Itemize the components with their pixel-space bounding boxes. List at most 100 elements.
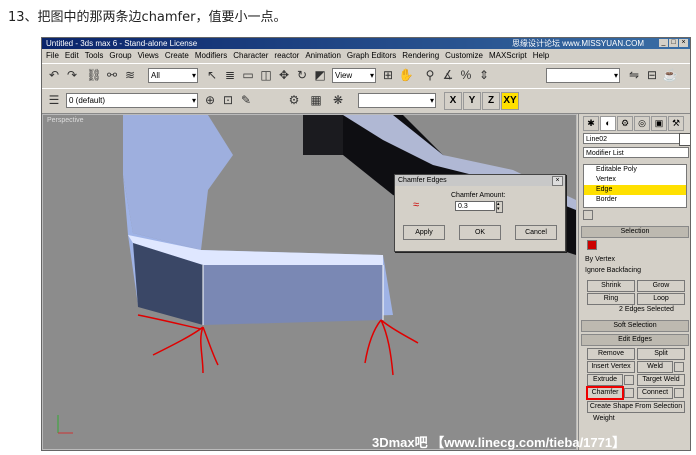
bind-spacewarp-icon[interactable]: ≋ [122, 67, 138, 83]
create-shape-button[interactable]: Create Shape From Selection [587, 401, 685, 413]
connect-button[interactable]: Connect [637, 387, 673, 399]
soft-selection-rollup[interactable]: Soft Selection [581, 320, 689, 332]
modifier-stack[interactable]: Editable Poly Vertex Edge Border [583, 164, 687, 208]
select-object-icon[interactable]: ↖ [204, 67, 220, 83]
coord-system-dropdown[interactable]: View [332, 68, 376, 83]
menu-item[interactable]: Help [533, 49, 549, 62]
selection-rollup-header[interactable]: Selection [581, 226, 689, 238]
array-icon[interactable]: ▦ [308, 92, 324, 108]
menu-item[interactable]: Group [109, 49, 131, 62]
axis-y-button[interactable]: Y [463, 92, 481, 110]
window-crossing-icon[interactable]: ◫ [258, 67, 274, 83]
stack-item[interactable]: Vertex [584, 175, 686, 185]
minimize-button[interactable]: _ [659, 39, 668, 47]
loop-button[interactable]: Loop [637, 293, 685, 305]
grow-button[interactable]: Grow [637, 280, 685, 292]
select-in-layer-icon[interactable]: ⊡ [220, 92, 236, 108]
ring-button[interactable]: Ring [587, 293, 635, 305]
menu-item[interactable]: Edit [65, 49, 79, 62]
menu-item[interactable]: Create [165, 49, 189, 62]
cancel-button[interactable]: Cancel [515, 225, 557, 240]
menu-item[interactable]: Rendering [402, 49, 439, 62]
remove-button[interactable]: Remove [587, 348, 635, 360]
spinner-snap-icon[interactable]: ⇕ [476, 67, 492, 83]
axis-x-button[interactable]: X [444, 92, 462, 110]
by-vertex-checkbox[interactable]: By Vertex [585, 256, 615, 263]
angle-snap-icon[interactable]: ∡ [440, 67, 456, 83]
pivot-center-icon[interactable]: ⊞ [380, 67, 396, 83]
select-by-name-icon[interactable]: ≣ [222, 67, 238, 83]
extrude-settings-icon[interactable] [624, 375, 634, 385]
dialog-close-button[interactable]: × [552, 176, 563, 186]
axis-xy-button[interactable]: XY [501, 92, 519, 110]
maximize-button[interactable]: □ [669, 39, 678, 47]
undo-icon[interactable]: ↶ [46, 67, 62, 83]
chamfer-settings-icon[interactable] [624, 388, 634, 398]
element-mode-icon[interactable] [587, 240, 597, 250]
shrink-button[interactable]: Shrink [587, 280, 635, 292]
weld-settings-icon[interactable] [674, 362, 684, 372]
menu-item[interactable]: Tools [85, 49, 104, 62]
render-icon[interactable]: ☕ [662, 67, 678, 83]
chamfer-amount-spinner[interactable]: ▴ ▾ [496, 201, 503, 213]
percent-snap-icon[interactable]: % [458, 67, 474, 83]
menu-item[interactable]: File [46, 49, 59, 62]
unlink-icon[interactable]: ⚯ [104, 67, 120, 83]
insert-vertex-button[interactable]: Insert Vertex [587, 361, 635, 373]
close-button[interactable]: × [679, 39, 688, 47]
spacing-icon[interactable]: ❋ [330, 92, 346, 108]
ignore-backfacing-checkbox[interactable]: Ignore Backfacing [585, 267, 641, 274]
create-tab-icon[interactable]: ✱ [583, 116, 599, 131]
chamfer-amount-input[interactable]: 0.3 [455, 201, 495, 211]
set-current-layer-icon[interactable]: ✎ [238, 92, 254, 108]
menu-item[interactable]: Views [138, 49, 159, 62]
object-name-field[interactable]: Line02 [583, 133, 683, 144]
modify-tab-icon[interactable]: ◐ [600, 116, 616, 131]
ok-button[interactable]: OK [459, 225, 501, 240]
menu-item[interactable]: MAXScript [489, 49, 527, 62]
menu-item[interactable]: Animation [305, 49, 341, 62]
hierarchy-tab-icon[interactable]: ⚙ [617, 116, 633, 131]
selection-filter-dropdown[interactable]: All [148, 68, 198, 83]
perspective-viewport[interactable]: Perspective [42, 114, 577, 450]
axis-z-button[interactable]: Z [482, 92, 500, 110]
extras-dropdown[interactable] [358, 93, 436, 108]
mirror-icon[interactable]: ⇋ [626, 67, 642, 83]
layer-manager-icon[interactable]: ☰ [46, 92, 62, 108]
connect-settings-icon[interactable] [674, 388, 684, 398]
rect-selection-icon[interactable]: ▭ [240, 67, 256, 83]
menu-item[interactable]: reactor [274, 49, 299, 62]
menu-item[interactable]: Graph Editors [347, 49, 396, 62]
object-color-swatch[interactable] [679, 133, 690, 146]
modifier-list-dropdown[interactable]: Modifier List [583, 147, 689, 158]
layer-dropdown[interactable]: 0 (default) [66, 93, 198, 108]
snap-icon[interactable]: ⚲ [422, 67, 438, 83]
motion-tab-icon[interactable]: ◎ [634, 116, 650, 131]
target-weld-button[interactable]: Target Weld [637, 374, 685, 386]
select-link-icon[interactable]: ⛓ [86, 67, 102, 83]
configure-sets-icon[interactable] [583, 210, 593, 220]
stack-item[interactable]: Edge [584, 185, 686, 195]
stack-item[interactable]: Border [584, 195, 686, 205]
extrude-button[interactable]: Extrude [587, 374, 623, 386]
utilities-tab-icon[interactable]: ⚒ [668, 116, 684, 131]
display-tab-icon[interactable]: ▣ [651, 116, 667, 131]
align-icon[interactable]: ⊟ [644, 67, 660, 83]
redo-icon[interactable]: ↷ [64, 67, 80, 83]
chamfer-button[interactable]: Chamfer [587, 387, 623, 399]
stack-item[interactable]: Editable Poly [584, 165, 686, 175]
menu-item[interactable]: Modifiers [195, 49, 227, 62]
extras-icon[interactable]: ⚙ [286, 92, 302, 108]
menu-item[interactable]: Customize [445, 49, 483, 62]
select-scale-icon[interactable]: ◩ [312, 67, 328, 83]
named-selection-dropdown[interactable] [546, 68, 620, 83]
add-to-layer-icon[interactable]: ⊕ [202, 92, 218, 108]
select-rotate-icon[interactable]: ↻ [294, 67, 310, 83]
select-move-icon[interactable]: ✥ [276, 67, 292, 83]
split-button[interactable]: Split [637, 348, 685, 360]
apply-button[interactable]: Apply [403, 225, 445, 240]
menu-item[interactable]: Character [233, 49, 268, 62]
manipulate-icon[interactable]: ✋ [398, 67, 414, 83]
weld-button[interactable]: Weld [637, 361, 673, 373]
edit-edges-rollup[interactable]: Edit Edges [581, 334, 689, 346]
